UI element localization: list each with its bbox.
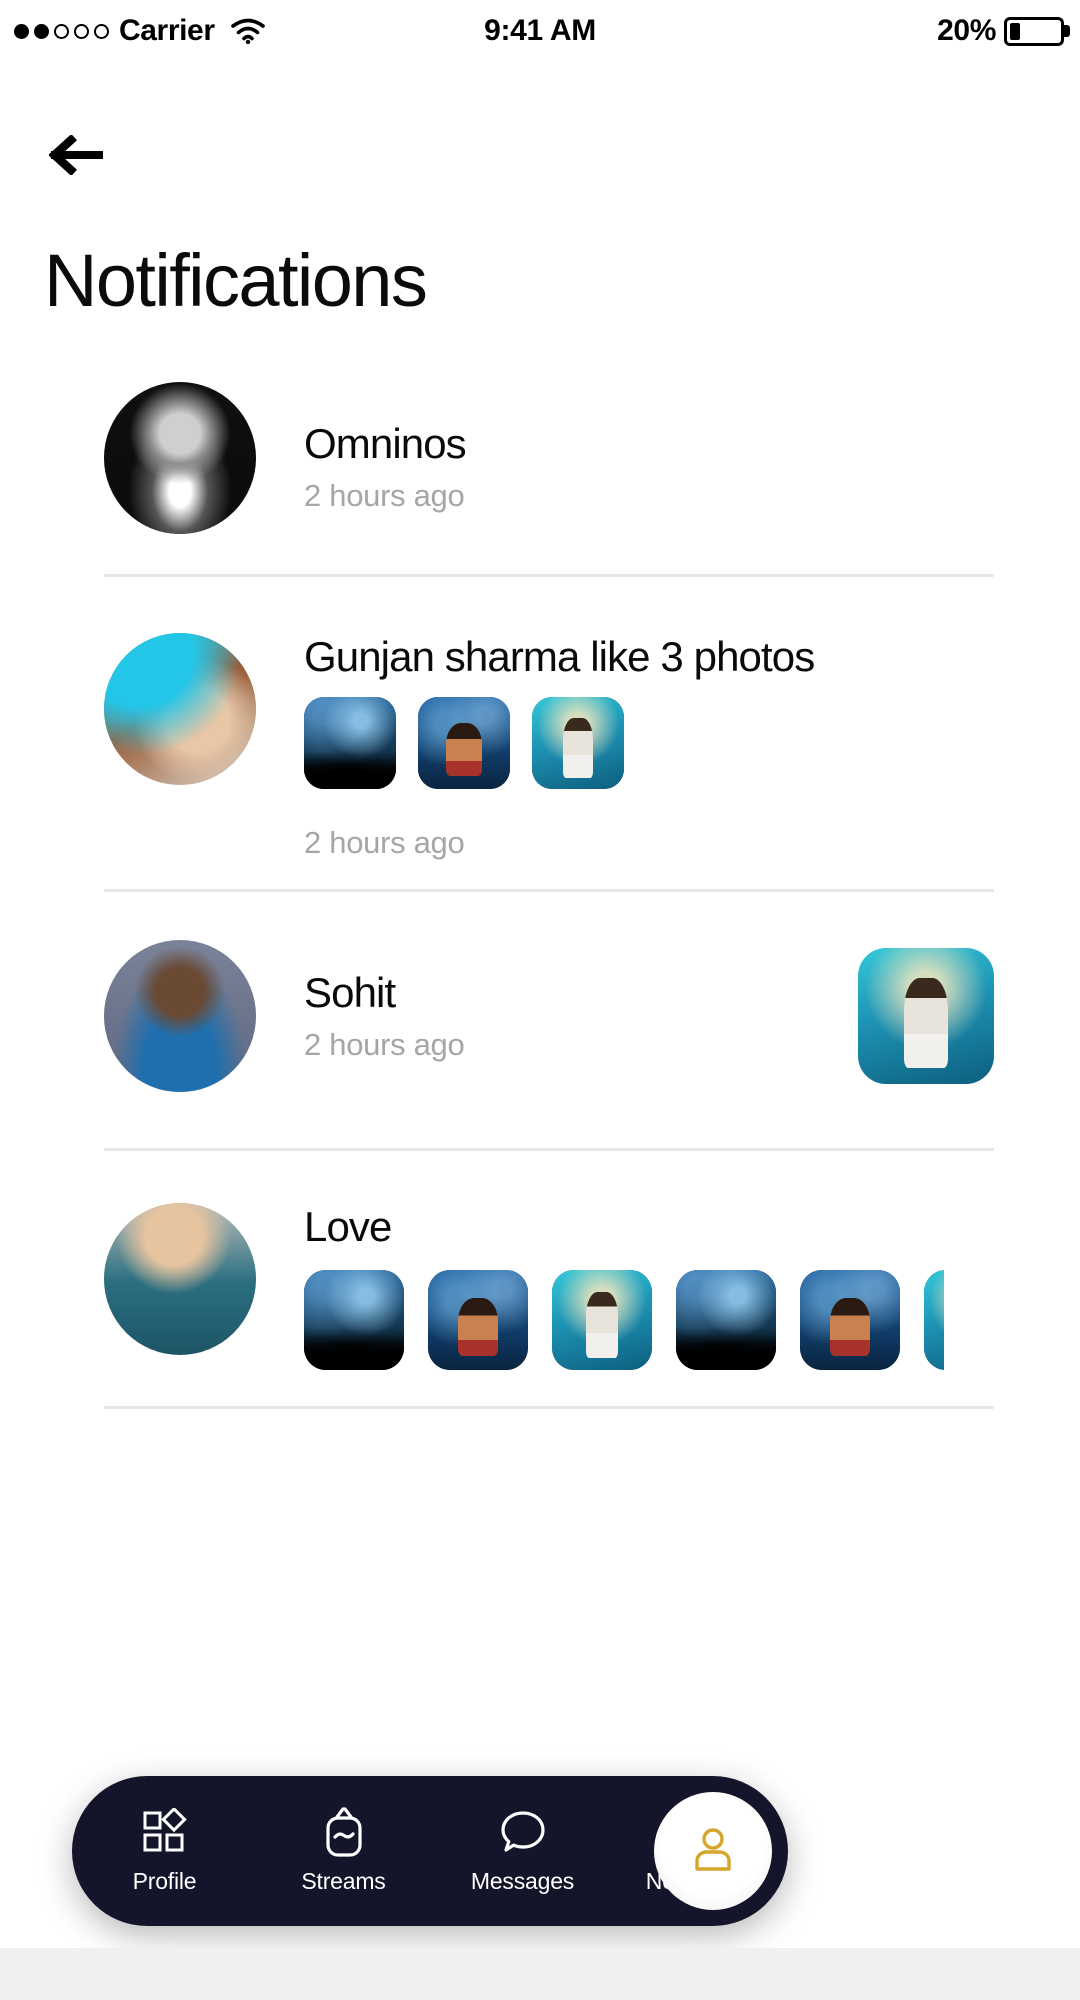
notification-row-love[interactable]: Love — [0, 1151, 1080, 1409]
nav-item-streams[interactable]: Streams — [251, 1807, 430, 1895]
home-indicator-area — [0, 1948, 1080, 2000]
arrow-left-icon — [48, 133, 105, 180]
nav-item-messages[interactable]: Messages — [430, 1807, 609, 1895]
notification-row-gunjan-sharma[interactable]: Gunjan sharma like 3 photos 2 hours ago — [0, 577, 1080, 893]
notification-name: Sohit — [304, 969, 396, 1017]
thumbnail-photo-guitarist-blue[interactable] — [418, 697, 510, 790]
page-title: Notifications — [44, 239, 428, 322]
notification-thumbnail-carousel[interactable] — [304, 1269, 944, 1370]
battery-fill — [1010, 22, 1020, 40]
nav-label-profile: Profile — [132, 1868, 197, 1894]
notification-row-sohit[interactable]: Sohit 2 hours ago — [0, 892, 1080, 1152]
nav-item-profile[interactable]: Profile — [72, 1807, 251, 1895]
thumbnail-photo-guitarist-blue[interactable] — [428, 1269, 528, 1370]
notification-time: 2 hours ago — [304, 1027, 465, 1063]
thumbnail-photo-singer-teal[interactable] — [924, 1269, 944, 1370]
status-bar-right: 20% — [937, 14, 1064, 48]
user-avatar-button[interactable] — [654, 1792, 772, 1910]
user-avatar-icon — [685, 1821, 741, 1882]
avatar-omninos — [104, 382, 256, 534]
battery-percent-label: 20% — [937, 14, 996, 47]
notification-list: Omninos 2 hours ago Gunjan sharma like 3… — [0, 370, 1080, 1409]
thumbnail-photo-guitarist-blue[interactable] — [800, 1269, 900, 1370]
row-divider — [104, 1405, 994, 1409]
thumbnail-photo-concert-crowd[interactable] — [304, 1269, 404, 1370]
nav-label-messages: Messages — [470, 1868, 575, 1894]
clock-label: 9:41 AM — [484, 14, 596, 47]
thumbnail-photo-singer-teal[interactable] — [858, 948, 994, 1085]
thumbnail-photo-singer-teal[interactable] — [532, 697, 624, 790]
tv-icon — [321, 1807, 367, 1857]
chat-bubble-icon — [498, 1807, 548, 1857]
avatar-love — [104, 1203, 256, 1356]
thumbnail-photo-concert-crowd[interactable] — [676, 1269, 776, 1370]
battery-icon — [1004, 16, 1064, 46]
avatar-sohit — [104, 940, 256, 1093]
nav-label-streams: Streams — [301, 1868, 386, 1894]
status-bar: Carrier 9:41 AM 20% — [0, 0, 1080, 62]
thumbnail-photo-concert-crowd[interactable] — [304, 697, 396, 790]
grid-shapes-icon — [141, 1807, 189, 1857]
notification-thumbnails — [304, 697, 994, 790]
notification-name: Omninos — [304, 420, 467, 467]
thumbnail-photo-singer-teal[interactable] — [552, 1269, 652, 1370]
notification-time: 2 hours ago — [304, 825, 465, 861]
back-button[interactable] — [44, 128, 110, 186]
bottom-navigation: Profile Streams Messages — [72, 1776, 788, 1926]
avatar-gunjan-sharma — [104, 633, 256, 785]
notification-row-omninos[interactable]: Omninos 2 hours ago — [0, 370, 1080, 577]
notification-name: Love — [304, 1203, 392, 1251]
notification-name: Gunjan sharma like 3 photos — [304, 633, 815, 680]
notification-time: 2 hours ago — [304, 478, 465, 514]
